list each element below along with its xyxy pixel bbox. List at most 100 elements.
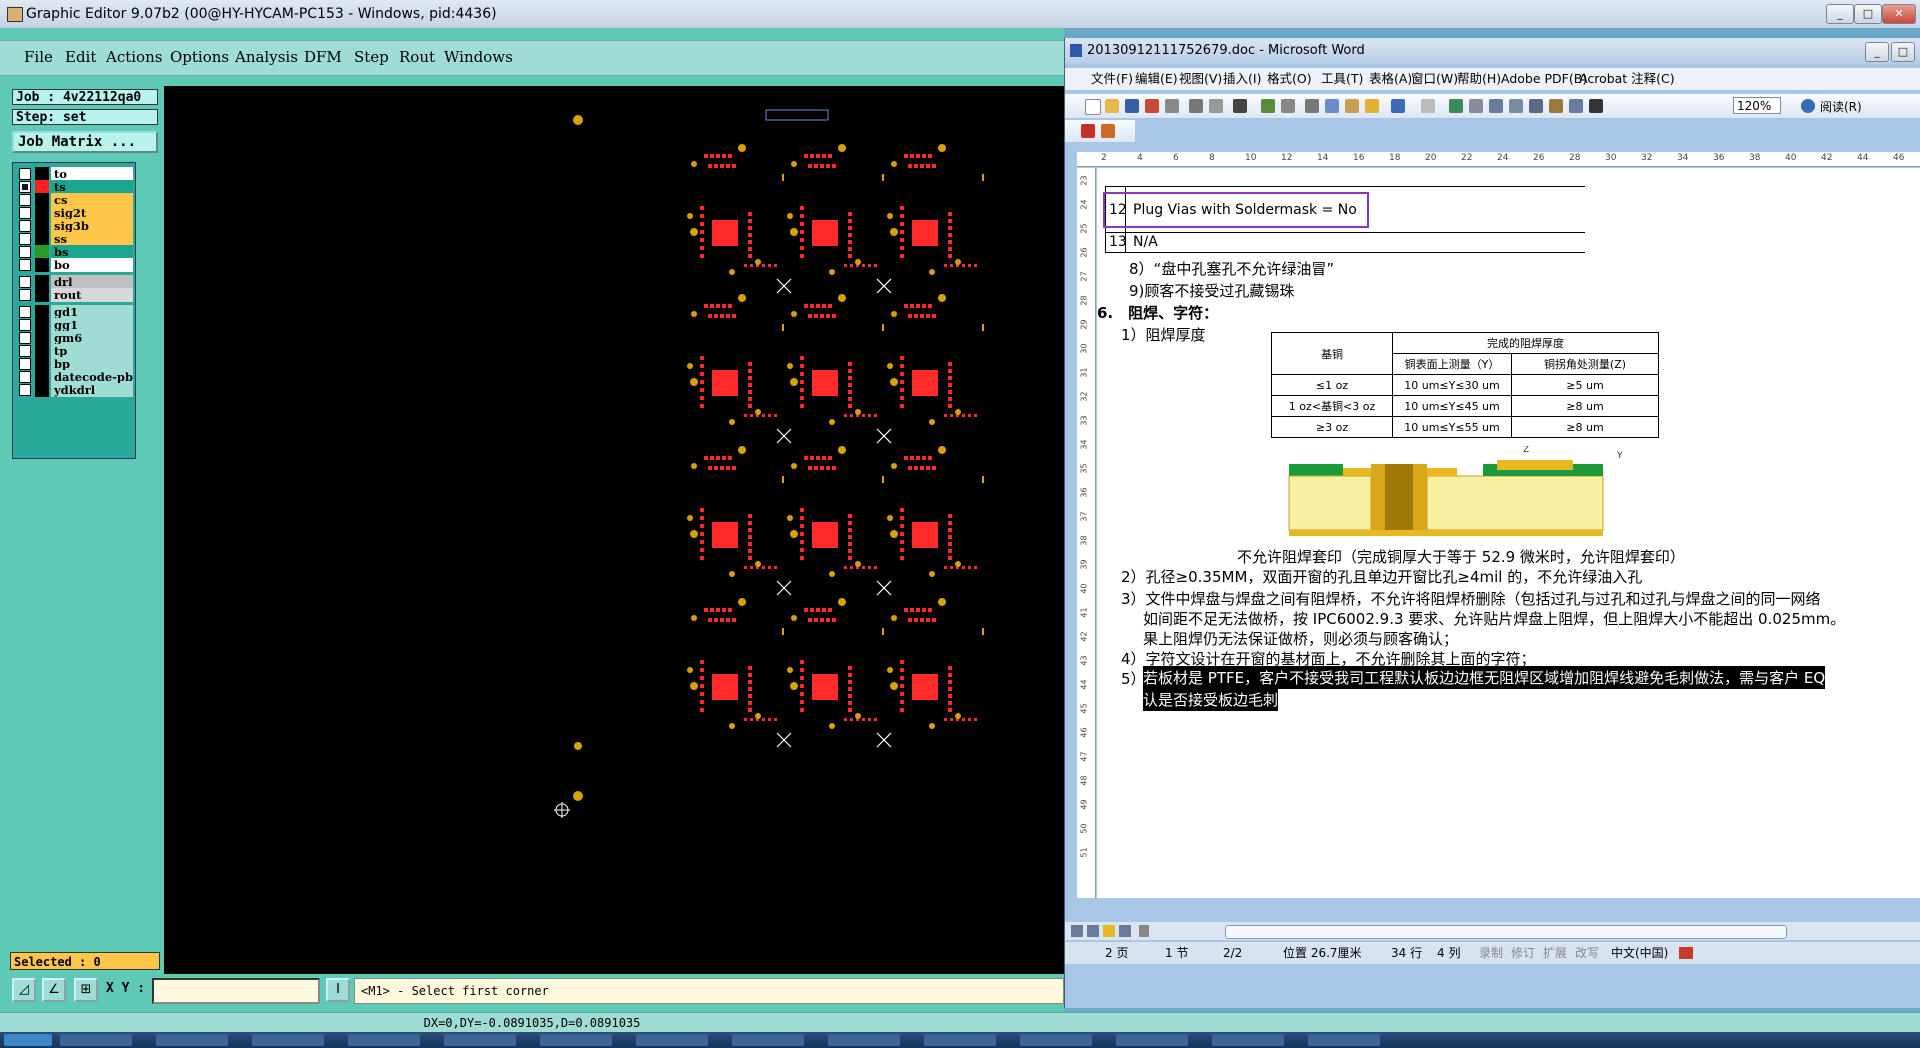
new-doc-icon[interactable] <box>1085 99 1101 115</box>
layer-checkbox[interactable] <box>19 259 31 271</box>
layer-name[interactable]: datecode-pbe <box>51 370 133 384</box>
zoom-select[interactable]: 120% <box>1733 97 1781 114</box>
print-view-icon[interactable] <box>1103 925 1115 937</box>
word-menu-item[interactable]: Adobe PDF(B) <box>1501 68 1587 90</box>
layer-checkbox[interactable] <box>19 276 31 288</box>
layer-checkbox[interactable] <box>19 194 31 206</box>
cursor-toggle-icon[interactable]: I <box>326 978 350 1002</box>
document-page[interactable]: 12 Plug Vias with Soldermask = No 13 N/A… <box>1097 168 1920 898</box>
copy-icon[interactable] <box>1325 99 1339 113</box>
word-minimize-icon[interactable]: _ <box>1865 42 1889 62</box>
doc-map-icon[interactable] <box>1569 99 1583 113</box>
menu-options[interactable]: Options <box>170 48 229 66</box>
layer-name[interactable]: cs <box>51 193 133 207</box>
taskbar-item[interactable] <box>60 1034 132 1046</box>
layer-name[interactable]: gd1 <box>51 305 133 319</box>
format-painter-icon[interactable] <box>1365 99 1379 113</box>
layer-checkbox[interactable] <box>19 207 31 219</box>
insert-table-icon[interactable] <box>1489 99 1503 113</box>
layer-checkbox[interactable] <box>19 233 31 245</box>
layer-row-gg1[interactable]: gg1 <box>15 318 133 332</box>
hyperlink-icon[interactable] <box>1449 99 1463 113</box>
insert-excel-icon[interactable] <box>1509 99 1523 113</box>
menu-file[interactable]: File <box>24 48 53 66</box>
layer-row-to[interactable]: to <box>15 167 133 181</box>
layer-checkbox[interactable] <box>19 358 31 370</box>
layer-row-drl[interactable]: drl <box>15 275 133 289</box>
layer-row-ydkdrl[interactable]: ydkdrl <box>15 383 133 397</box>
taskbar-item[interactable] <box>828 1034 900 1046</box>
web-view-icon[interactable] <box>1087 925 1099 937</box>
layer-row-sig3b[interactable]: sig3b <box>15 219 133 233</box>
layer-checkbox[interactable] <box>19 246 31 258</box>
status-trk[interactable]: 修订 <box>1511 942 1535 964</box>
layer-row-tp[interactable]: tp <box>15 344 133 358</box>
read-button[interactable]: 阅读(R) <box>1820 98 1862 115</box>
menu-step[interactable]: Step <box>354 48 389 66</box>
layer-name[interactable]: to <box>51 167 133 181</box>
print-icon[interactable] <box>1189 99 1203 113</box>
layer-row-gm6[interactable]: gm6 <box>15 331 133 345</box>
undo-icon[interactable] <box>1391 99 1405 113</box>
taskbar-item[interactable] <box>1020 1034 1092 1046</box>
word-restore-icon[interactable]: □ <box>1891 42 1915 62</box>
scroll-thumb[interactable] <box>1225 925 1787 939</box>
help-icon[interactable] <box>1801 99 1815 113</box>
layer-name[interactable]: ss <box>51 232 133 246</box>
layer-row-bo[interactable]: bo <box>15 258 133 272</box>
grid-tool-icon[interactable]: ⊞ <box>74 978 98 1002</box>
redo-icon[interactable] <box>1421 99 1435 113</box>
layer-name[interactable]: gm6 <box>51 331 133 345</box>
layer-name[interactable]: sig3b <box>51 219 133 233</box>
start-button[interactable] <box>4 1034 52 1046</box>
scroll-left-icon[interactable] <box>1139 925 1149 937</box>
layer-name[interactable]: bs <box>51 245 133 259</box>
drawing-icon[interactable] <box>1549 99 1563 113</box>
layer-row-gd1[interactable]: gd1 <box>15 305 133 319</box>
layer-row-ss[interactable]: ss <box>15 232 133 246</box>
word-menu-item[interactable]: 格式(O) <box>1267 68 1312 90</box>
layer-checkbox[interactable] <box>19 220 31 232</box>
layer-name[interactable]: tp <box>51 344 133 358</box>
layer-checkbox[interactable] <box>19 181 31 193</box>
word-menu-item[interactable]: 编辑(E) <box>1135 68 1178 90</box>
word-menu-item[interactable]: 窗口(W) <box>1411 68 1458 90</box>
menu-rout[interactable]: Rout <box>399 48 435 66</box>
menu-edit[interactable]: Edit <box>65 48 96 66</box>
convert-pdf-icon[interactable] <box>1081 124 1095 138</box>
taskbar-item[interactable] <box>1116 1034 1188 1046</box>
close-icon[interactable]: ✕ <box>1882 4 1916 24</box>
layer-checkbox[interactable] <box>19 384 31 396</box>
menu-actions[interactable]: Actions <box>106 48 162 66</box>
layer-row-ts[interactable]: ts <box>15 180 133 194</box>
layer-row-datecode-pbe[interactable]: datecode-pbe <box>15 370 133 384</box>
measure-tool-icon[interactable]: ∠ <box>42 978 66 1002</box>
word-menu-item[interactable]: 帮助(H) <box>1457 68 1501 90</box>
menu-windows[interactable]: Windows <box>444 48 513 66</box>
menu-analysis[interactable]: Analysis <box>235 48 298 66</box>
taskbar-item[interactable] <box>252 1034 324 1046</box>
tables-borders-icon[interactable] <box>1469 99 1483 113</box>
layer-name[interactable]: bo <box>51 258 133 272</box>
word-menu-item[interactable]: 插入(I) <box>1223 68 1261 90</box>
word-menu-item[interactable]: 工具(T) <box>1321 68 1363 90</box>
cut-icon[interactable] <box>1305 99 1319 113</box>
maximize-icon[interactable]: □ <box>1854 4 1882 24</box>
research-icon[interactable] <box>1281 99 1295 113</box>
chinese-convert-icon[interactable] <box>1233 99 1247 113</box>
taskbar-item[interactable] <box>924 1034 996 1046</box>
taskbar-item[interactable] <box>1212 1034 1284 1046</box>
preview-icon[interactable] <box>1209 99 1223 113</box>
xy-input[interactable] <box>152 978 320 1004</box>
layer-name[interactable]: ts <box>51 180 133 194</box>
horizontal-scrollbar[interactable] <box>1065 922 1920 940</box>
show-hide-icon[interactable] <box>1589 99 1603 113</box>
spelling-icon[interactable] <box>1261 99 1275 113</box>
taskbar-item[interactable] <box>444 1034 516 1046</box>
taskbar-item[interactable] <box>636 1034 708 1046</box>
layer-name[interactable]: bp <box>51 357 133 371</box>
pcb-canvas[interactable] <box>164 86 1064 974</box>
layer-name[interactable]: gg1 <box>51 318 133 332</box>
columns-icon[interactable] <box>1529 99 1543 113</box>
layer-name[interactable]: drl <box>51 275 133 289</box>
